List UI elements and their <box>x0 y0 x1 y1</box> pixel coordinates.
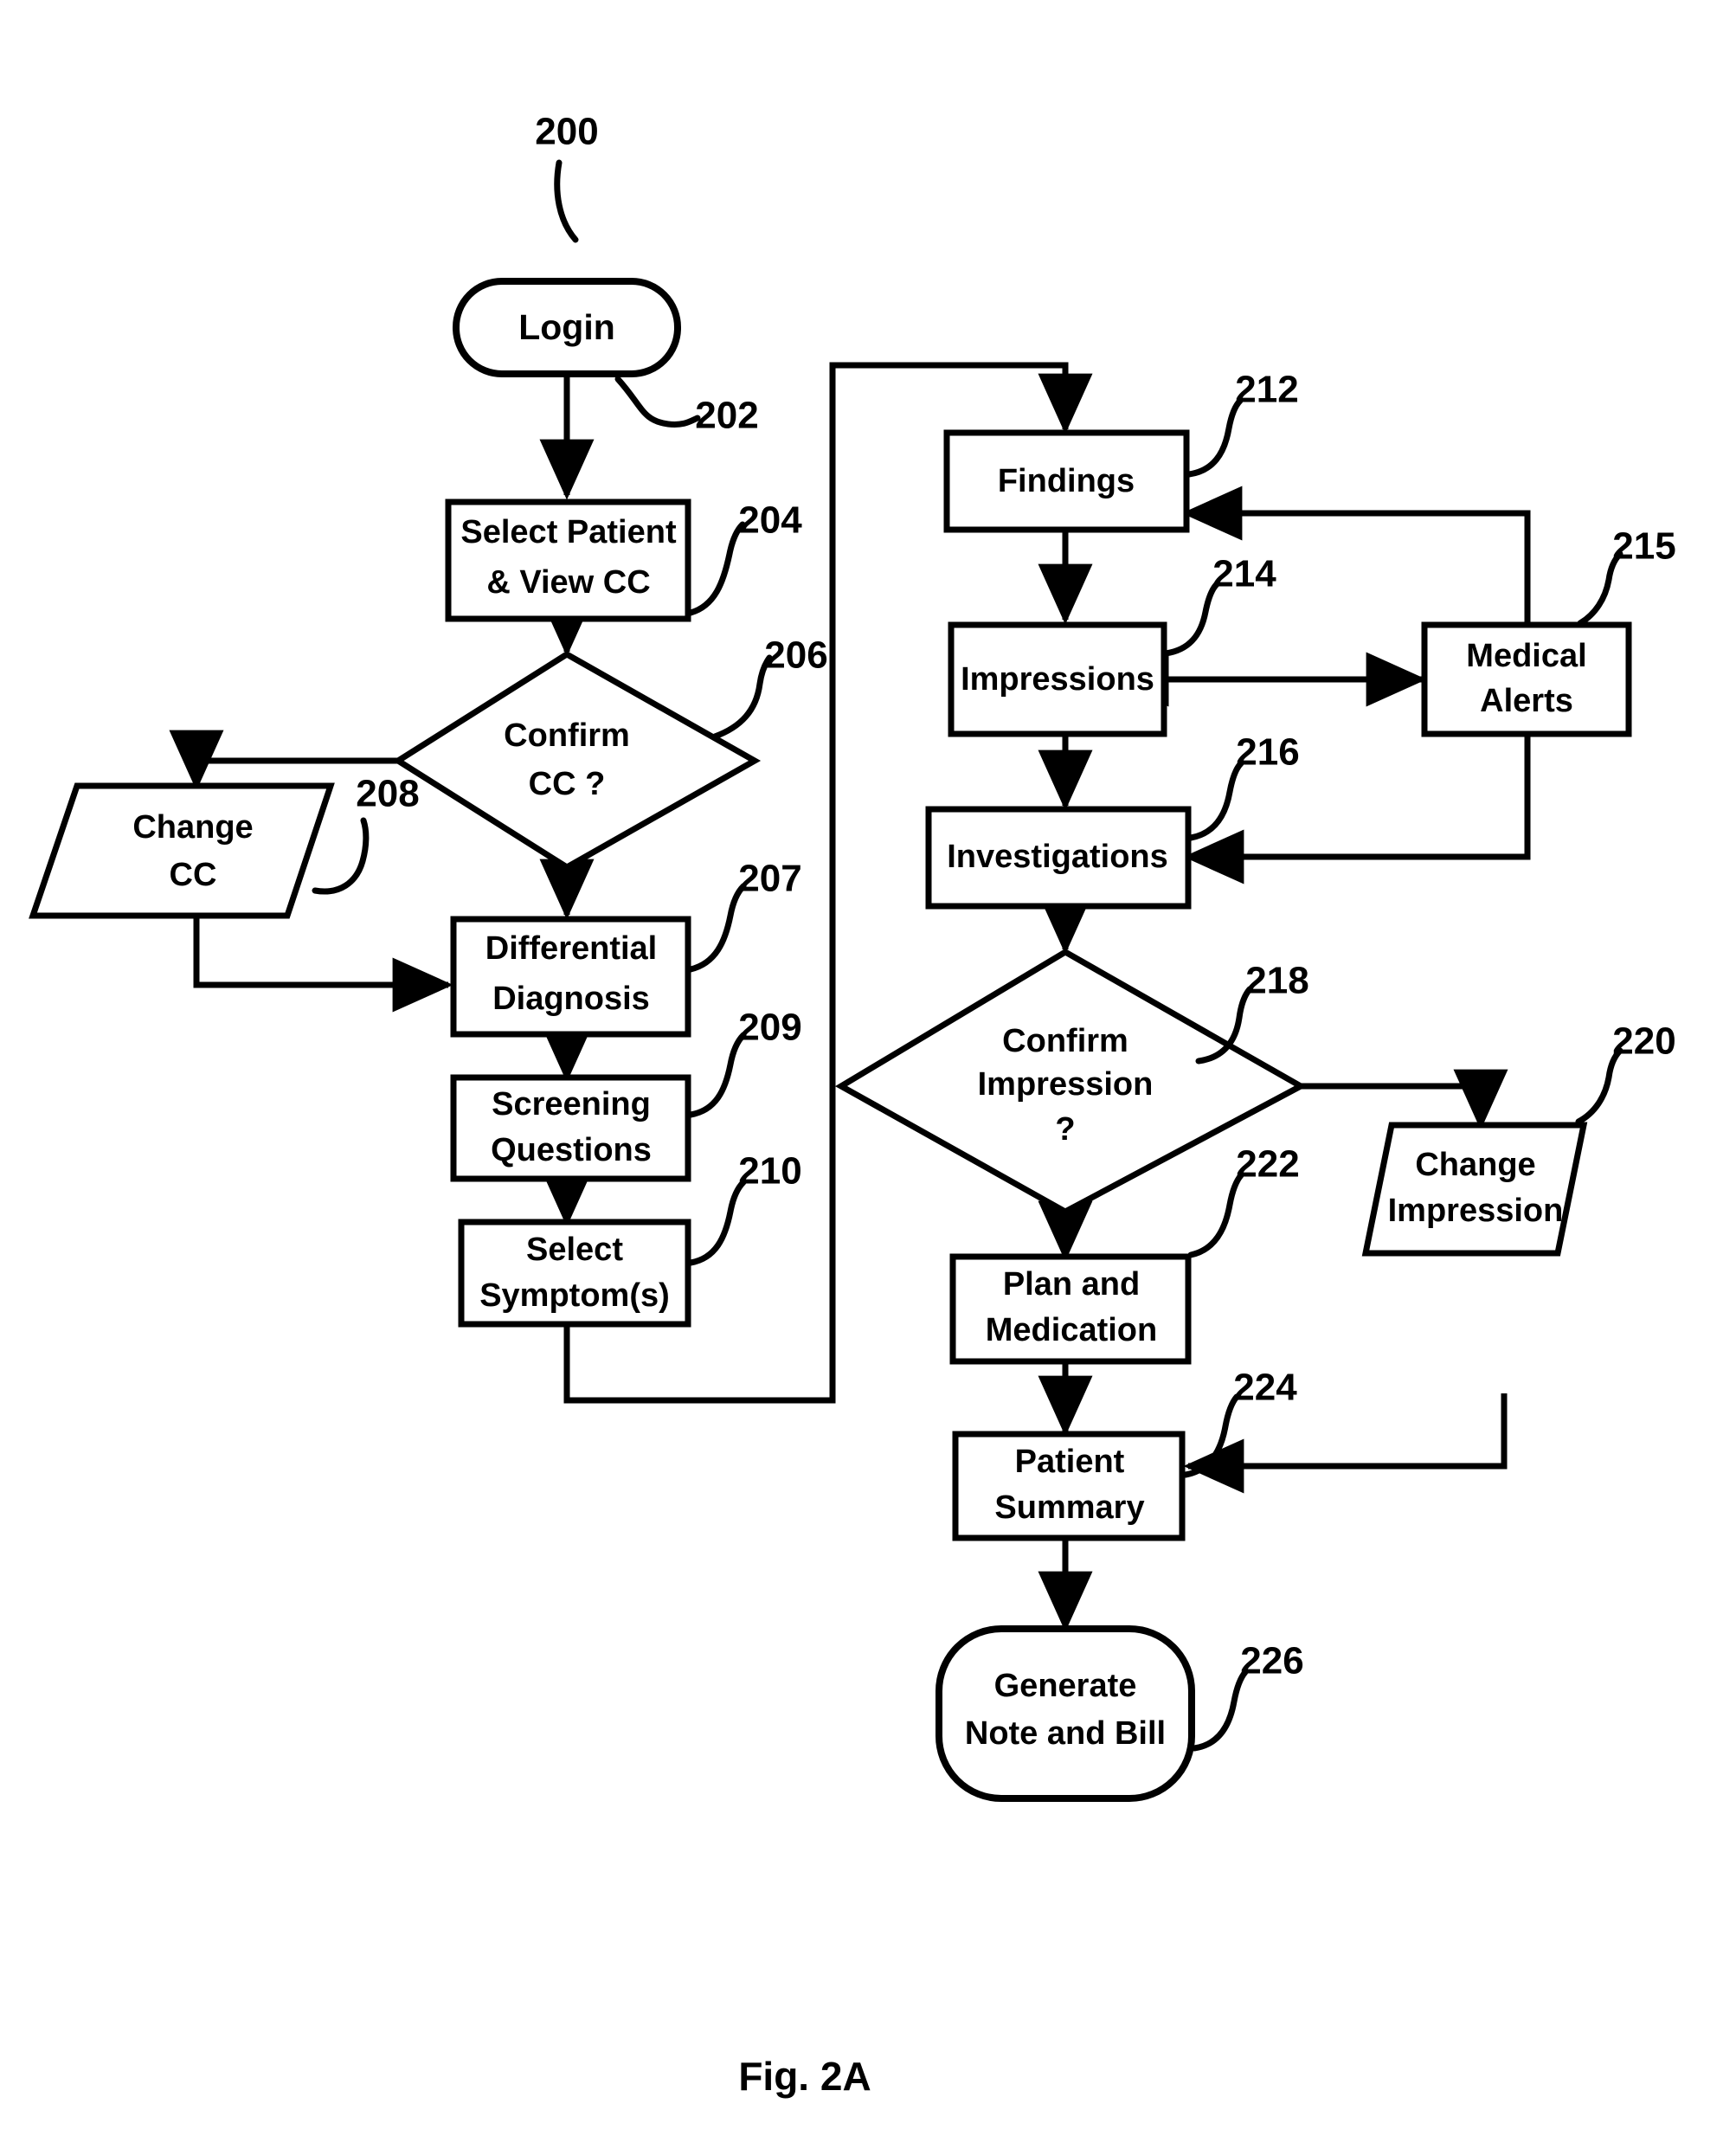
differential-diagnosis-label-line2: Diagnosis <box>492 981 650 1017</box>
confirm-impression-label-line1: Confirm <box>1002 1023 1128 1059</box>
confirm-cc-label-line1: Confirm <box>504 717 630 754</box>
node-generate-note-and-bill[interactable]: Generate Note and Bill <box>936 1625 1195 1802</box>
edge-change-cc-to-differential-diagnosis <box>193 916 453 1013</box>
screening-questions-label-line1: Screening <box>492 1086 651 1123</box>
medical-alerts-label-line2: Alerts <box>1480 683 1573 719</box>
ref-leader-204 <box>687 521 746 616</box>
login-label: Login <box>518 307 615 347</box>
node-investigations[interactable]: Investigations <box>925 806 1192 910</box>
differential-diagnosis-label-line1: Differential <box>485 930 657 967</box>
ref-label-212: 212 <box>1235 369 1298 411</box>
select-symptom-label-line1: Select <box>526 1232 623 1268</box>
ref-label-222: 222 <box>1236 1143 1299 1186</box>
edge-confirm-impression-to-change-impression <box>1301 1069 1508 1130</box>
node-confirm-impression[interactable]: Confirm Impression ? <box>835 948 1308 1215</box>
ref-leader-214 <box>1162 581 1220 657</box>
confirm-impression-label-line3: ? <box>1055 1111 1075 1148</box>
ref-leader-222 <box>1187 1172 1244 1258</box>
node-change-impression[interactable]: Change Impression <box>1361 1122 1588 1257</box>
flowchart-canvas: 200 Login 202 Select Patient & View CC 2… <box>29 111 1676 2099</box>
generate-note-shape <box>936 1625 1195 1802</box>
select-symptom-label-line2: Symptom(s) <box>479 1277 670 1314</box>
ref-leader-216 <box>1187 760 1244 841</box>
ref-leader-226 <box>1191 1669 1249 1752</box>
change-cc-label-line1: Change <box>132 809 253 846</box>
ref-label-215: 215 <box>1612 525 1675 568</box>
change-impression-shape <box>1361 1122 1588 1257</box>
findings-label: Findings <box>998 463 1135 499</box>
node-login[interactable]: Login <box>453 278 681 377</box>
plan-medication-label-line1: Plan and <box>1003 1266 1140 1303</box>
diagram-number-200-leader <box>554 159 579 243</box>
ref-leader-207 <box>687 883 747 973</box>
ref-label-214: 214 <box>1212 553 1276 595</box>
ref-label-220: 220 <box>1612 1020 1675 1063</box>
node-select-patient[interactable]: Select Patient & View CC <box>445 499 691 622</box>
node-select-symptom[interactable]: Select Symptom(s) <box>458 1219 691 1328</box>
change-impression-label-line2: Impression <box>1388 1193 1564 1229</box>
ref-leader-208 <box>312 817 370 895</box>
ref-label-204: 204 <box>738 499 802 542</box>
generate-note-label-line2: Note and Bill <box>965 1715 1166 1752</box>
medical-alerts-label-line1: Medical <box>1466 638 1586 674</box>
ref-label-207: 207 <box>738 858 801 900</box>
change-cc-label-line2: CC <box>170 857 217 893</box>
patient-summary-label-line2: Summary <box>994 1489 1144 1526</box>
ref-label-210: 210 <box>738 1150 801 1193</box>
ref-label-218: 218 <box>1245 960 1308 1002</box>
ref-leader-206 <box>711 654 773 740</box>
generate-note-label-line1: Generate <box>994 1668 1137 1704</box>
patient-summary-label-line1: Patient <box>1015 1444 1125 1480</box>
ref-label-200: 200 <box>535 111 598 153</box>
ref-label-224: 224 <box>1233 1367 1297 1409</box>
ref-leader-212 <box>1186 397 1244 478</box>
node-plan-medication[interactable]: Plan and Medication <box>949 1253 1192 1365</box>
confirm-impression-label-line2: Impression <box>978 1066 1154 1103</box>
ref-label-202: 202 <box>695 395 758 437</box>
ref-leader-202 <box>614 376 701 428</box>
node-medical-alerts[interactable]: Medical Alerts <box>1421 621 1632 737</box>
change-cc-shape <box>29 782 335 919</box>
ref-label-216: 216 <box>1236 731 1299 774</box>
node-differential-diagnosis[interactable]: Differential Diagnosis <box>450 916 691 1038</box>
node-confirm-cc[interactable]: Confirm CC ? <box>392 650 762 872</box>
figure-caption: Fig. 2A <box>738 2054 871 2099</box>
patent-figure-sheet: 200 Login 202 Select Patient & View CC 2… <box>0 0 1736 2155</box>
node-impressions[interactable]: Impressions <box>948 621 1167 737</box>
ref-leader-210 <box>687 1179 747 1266</box>
ref-label-208: 208 <box>356 773 419 815</box>
ref-label-226: 226 <box>1240 1640 1303 1682</box>
select-patient-label-line1: Select Patient <box>460 514 677 550</box>
select-patient-label-line2: & View CC <box>486 564 650 601</box>
node-screening-questions[interactable]: Screening Questions <box>450 1074 691 1182</box>
confirm-cc-label-line2: CC ? <box>529 766 606 802</box>
screening-questions-label-line2: Questions <box>491 1132 652 1168</box>
ref-label-209: 209 <box>738 1007 801 1049</box>
node-change-cc[interactable]: Change CC <box>29 782 335 919</box>
ref-label-206: 206 <box>764 634 827 677</box>
ref-leader-209 <box>687 1032 747 1118</box>
impressions-label: Impressions <box>961 661 1154 698</box>
node-patient-summary[interactable]: Patient Summary <box>952 1431 1186 1541</box>
change-impression-label-line1: Change <box>1415 1147 1535 1183</box>
confirm-cc-shape <box>392 650 762 872</box>
investigations-label: Investigations <box>947 839 1168 875</box>
plan-medication-label-line2: Medication <box>986 1312 1157 1348</box>
node-findings[interactable]: Findings <box>943 429 1190 533</box>
